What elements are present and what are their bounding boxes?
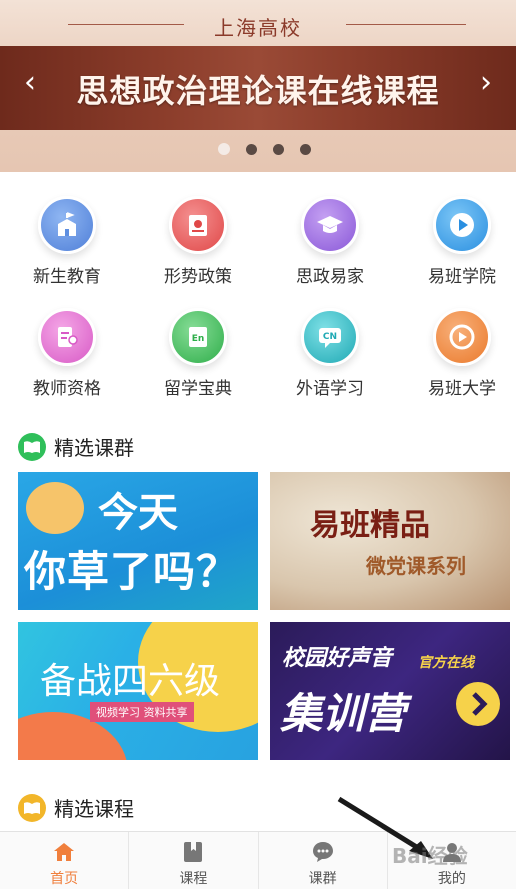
feature-label: 教师资格 xyxy=(33,379,101,399)
feature-label: 外语学习 xyxy=(296,379,364,399)
red-book-icon xyxy=(169,196,227,254)
course-group-card[interactable]: 今天 你草了吗？ xyxy=(18,472,258,610)
play-swirl-icon xyxy=(433,308,491,366)
banner-prev-icon[interactable]: ‹ xyxy=(24,66,36,100)
carousel-dots xyxy=(218,143,311,155)
card-tag: 官方在线 xyxy=(418,655,474,671)
feature-item-teacher-cert[interactable]: 教师资格 xyxy=(17,308,117,399)
tab-home[interactable]: 首页 xyxy=(0,832,128,889)
card-tag: 视频学习 资料共享 xyxy=(90,702,194,722)
play-circle-icon xyxy=(433,196,491,254)
home-icon xyxy=(54,843,75,861)
course-group-card[interactable]: 校园好声音 官方在线 集训营 xyxy=(270,622,510,760)
feature-item-freshman[interactable]: 新生教育 xyxy=(17,196,117,287)
english-book-icon: En xyxy=(169,308,227,366)
card-title: 校园好声音 xyxy=(282,646,393,671)
feature-item-yiban-university[interactable]: 易班大学 xyxy=(412,308,512,399)
carousel-dot[interactable] xyxy=(273,143,284,155)
carousel-dot[interactable] xyxy=(246,143,257,155)
svg-text:En: En xyxy=(192,334,205,344)
tab-label: 课群 xyxy=(308,871,337,887)
open-book-icon xyxy=(18,793,46,822)
card-title: 今天 xyxy=(98,490,178,536)
feature-label: 新生教育 xyxy=(33,267,101,287)
banner-headline: 思想政治理论课在线课程 xyxy=(76,72,440,110)
course-group-card[interactable]: 备战四六级 视频学习 资料共享 xyxy=(18,622,258,760)
feature-item-policy[interactable]: 形势政策 xyxy=(148,196,248,287)
section-title: 精选课程 xyxy=(54,797,134,821)
section-header-courses: 精选课程 xyxy=(18,793,134,822)
open-book-icon xyxy=(18,432,46,461)
feature-label: 易班学院 xyxy=(428,267,496,287)
certificate-icon xyxy=(38,308,96,366)
tab-label: 课程 xyxy=(179,871,208,887)
tab-courses[interactable]: 课程 xyxy=(128,832,257,889)
feature-label: 易班大学 xyxy=(428,379,496,399)
feature-row: 新生教育 形势政策 思政易家 易班学院 xyxy=(0,196,516,296)
graduation-cap-icon xyxy=(301,196,359,254)
watermark: Bai经验 xyxy=(392,844,468,868)
feature-label: 思政易家 xyxy=(296,267,364,287)
card-subtitle: 微党课系列 xyxy=(366,554,466,578)
section-header-groups: 精选课群 xyxy=(18,432,134,461)
feature-item-language[interactable]: CN 外语学习 xyxy=(280,308,380,399)
banner-next-icon[interactable]: › xyxy=(480,66,492,100)
course-group-card[interactable]: 易班精品 微党课系列 xyxy=(270,472,510,610)
feature-item-sizheng[interactable]: 思政易家 xyxy=(280,196,380,287)
carousel-dot[interactable] xyxy=(300,143,311,155)
school-building-icon xyxy=(38,196,96,254)
feature-label: 留学宝典 xyxy=(164,379,232,399)
card-title: 易班精品 xyxy=(310,508,430,543)
feature-item-yiban-academy[interactable]: 易班学院 xyxy=(412,196,512,287)
card-subtitle: 你草了吗？ xyxy=(24,547,240,596)
feature-row: 教师资格 En 留学宝典 CN 外语学习 易班大学 xyxy=(0,308,516,408)
card-subtitle: 集训营 xyxy=(280,689,407,738)
tab-label: 首页 xyxy=(50,871,79,887)
tab-label: 我的 xyxy=(437,871,466,887)
feature-item-study-abroad[interactable]: En 留学宝典 xyxy=(148,308,248,399)
tiger-mascot-icon xyxy=(26,482,84,534)
carousel-dot[interactable] xyxy=(218,143,230,155)
play-arrow-icon xyxy=(456,682,500,726)
card-title: 备战四六级 xyxy=(40,661,221,702)
svg-text:CN: CN xyxy=(323,332,337,342)
cn-chat-icon: CN xyxy=(301,308,359,366)
section-title: 精选课群 xyxy=(54,436,134,460)
bookmark-book-icon xyxy=(184,842,203,862)
feature-label: 形势政策 xyxy=(164,267,232,287)
banner-school: 上海高校 xyxy=(214,16,302,40)
chat-bubble-icon xyxy=(312,842,333,862)
banner-carousel[interactable]: 上海高校 思想政治理论课在线课程 ‹ › xyxy=(0,0,516,172)
